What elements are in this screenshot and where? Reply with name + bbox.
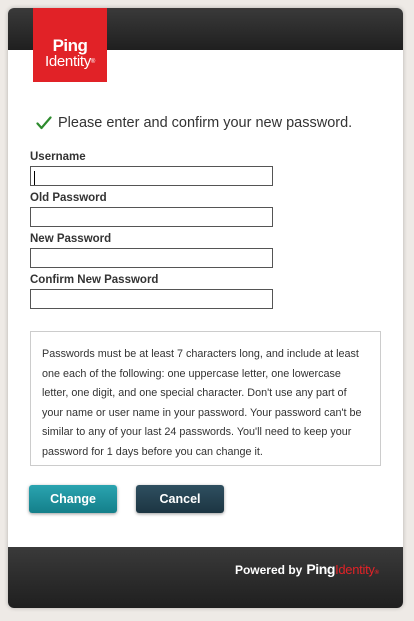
instruction-message: Please enter and confirm your new passwo… [36,115,352,131]
password-policy-box: Passwords must be at least 7 characters … [30,331,381,466]
footer-bar: Powered by Ping Identity ® [8,547,403,608]
footer-tm: ® [374,570,379,576]
new-password-input[interactable] [30,248,273,268]
new-password-label: New Password [30,233,112,245]
username-label: Username [30,151,86,163]
footer-identity-text: Identity [335,562,375,577]
old-password-label: Old Password [30,192,107,204]
old-password-input[interactable] [30,207,273,227]
confirm-password-input[interactable] [30,289,273,309]
footer-ping-text: Ping [306,561,336,577]
instruction-text: Please enter and confirm your new passwo… [58,115,353,131]
ping-identity-logo: Ping Identity® [33,8,107,82]
username-input[interactable] [30,166,273,186]
powered-by-text: Powered by [234,563,303,577]
logo-tm: ® [90,59,96,65]
cancel-button[interactable]: Cancel [136,485,224,513]
checkmark-icon [36,116,52,130]
login-card: Ping Identity® Please enter and confirm … [8,8,403,608]
change-button[interactable]: Change [29,485,117,513]
powered-by: Powered by Ping Identity ® [235,561,379,577]
text-caret [34,171,35,185]
password-policy-text: Passwords must be at least 7 characters … [42,348,362,458]
confirm-password-label: Confirm New Password [30,274,159,286]
logo-identity-text: Identity® [33,54,107,70]
logo-ping-text: Ping [52,36,88,55]
logo-identity-word: Identity [44,53,91,70]
